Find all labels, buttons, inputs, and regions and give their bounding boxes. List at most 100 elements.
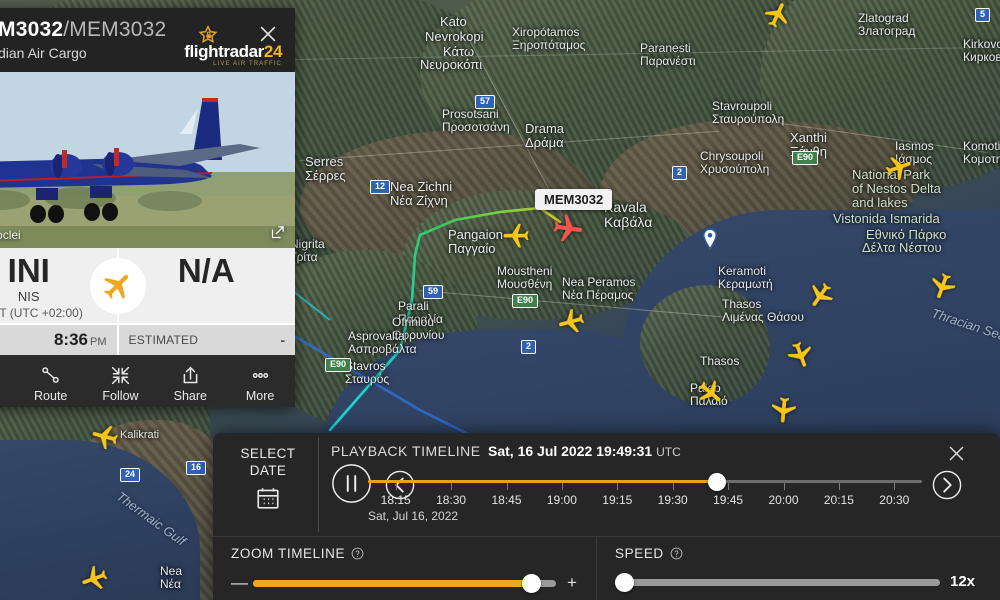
road-shield: 16 bbox=[186, 461, 207, 475]
close-icon[interactable] bbox=[946, 443, 967, 464]
chevron-right-icon[interactable] bbox=[932, 470, 962, 500]
select-date-line1: SELECT bbox=[240, 446, 296, 461]
timeline-tick-label: 18:15 bbox=[380, 493, 411, 507]
timeline-tick-label: 18:45 bbox=[491, 493, 522, 507]
flight-detail-panel: M3032/MEM3032 dian Air Cargo flightradar… bbox=[0, 8, 295, 407]
flight-number: M3032 bbox=[0, 18, 64, 41]
playback-bottom-section: ZOOM TIMELINE — + SPEED 12x bbox=[213, 536, 1000, 600]
flight-identifier: M3032/MEM3032 bbox=[0, 18, 283, 42]
arrival-time-cell: ESTIMATED - bbox=[116, 325, 296, 355]
aircraft-photo[interactable]: edana Cioclei bbox=[0, 72, 295, 248]
road-shield: 2 bbox=[672, 166, 688, 180]
help-circle-icon[interactable] bbox=[670, 547, 683, 560]
timeline-tick-label: 19:15 bbox=[602, 493, 633, 507]
aircraft-icon[interactable] bbox=[767, 394, 800, 427]
departure-time: 8:36 PM bbox=[53, 330, 107, 349]
follow-label: Follow bbox=[102, 388, 139, 403]
more-icon bbox=[225, 365, 295, 387]
speed-title: SPEED bbox=[615, 546, 982, 561]
select-date-line2: DATE bbox=[249, 463, 287, 479]
timeline-tick bbox=[783, 483, 785, 490]
timeline-tick bbox=[561, 483, 563, 490]
timeline-tick bbox=[451, 483, 453, 490]
speed-slider-handle[interactable] bbox=[615, 572, 635, 592]
zoom-timeline-section: ZOOM TIMELINE — + bbox=[213, 537, 596, 600]
speed-value: 12x bbox=[950, 573, 976, 590]
more-button[interactable]: More bbox=[225, 360, 295, 403]
calendar-icon bbox=[230, 485, 306, 516]
flight-action-bar: w Route bbox=[0, 355, 295, 407]
help-circle-icon[interactable] bbox=[351, 547, 364, 560]
airplane-icon bbox=[89, 258, 146, 314]
timeline-tick bbox=[838, 483, 840, 490]
show-label: w bbox=[0, 389, 16, 403]
road-shield: 24 bbox=[120, 468, 141, 482]
timeline-tick-label: 20:00 bbox=[768, 493, 799, 507]
share-icon bbox=[155, 365, 225, 387]
follow-icon bbox=[86, 365, 156, 387]
playback-panel: SELECT DATE PLAYBACK TIMELINE Sat, 16 Ju… bbox=[213, 433, 1000, 600]
timeline-tick bbox=[672, 483, 674, 490]
road-shield: E90 bbox=[512, 294, 539, 308]
show-button[interactable]: w bbox=[0, 360, 16, 403]
playback-datetime: Sat, 16 Jul 2022 19:49:31 UTC bbox=[488, 443, 681, 459]
road-shield: 5 bbox=[975, 8, 991, 22]
map-pin-icon[interactable] bbox=[702, 228, 718, 250]
pause-icon[interactable] bbox=[331, 463, 372, 504]
zoom-slider-row: — + bbox=[231, 573, 578, 593]
timeline-tick-label: 20:15 bbox=[823, 493, 854, 507]
zoom-timeline-slider[interactable] bbox=[253, 574, 556, 593]
zoom-slider-handle[interactable] bbox=[522, 574, 542, 593]
speed-slider-track bbox=[615, 578, 940, 586]
flight-panel-header: M3032/MEM3032 dian Air Cargo flightradar… bbox=[0, 8, 295, 72]
timeline-tick-label: 20:30 bbox=[879, 493, 910, 507]
road-shield: 57 bbox=[475, 95, 496, 109]
playback-divider bbox=[318, 437, 319, 532]
more-label: More bbox=[245, 388, 275, 403]
arrival-label: ESTIMATED bbox=[128, 333, 199, 347]
share-label: Share bbox=[173, 388, 207, 403]
arrival-time: - bbox=[280, 332, 285, 348]
flightradar24-app: PetrichKatoNevrokopiΚάτωΝευροκόπιXiropót… bbox=[0, 0, 1000, 600]
speed-section: SPEED 12x bbox=[596, 537, 1000, 600]
road-shield: 12 bbox=[370, 180, 391, 194]
playback-top-section: SELECT DATE PLAYBACK TIMELINE Sat, 16 Ju… bbox=[213, 433, 1000, 536]
road-shield: 2 bbox=[521, 340, 537, 354]
logo-wordmark: flightradar24 bbox=[184, 42, 282, 61]
timeline-tick-label: 19:30 bbox=[657, 493, 688, 507]
road-shield: 59 bbox=[423, 285, 444, 299]
zoom-timeline-title: ZOOM TIMELINE bbox=[231, 546, 578, 561]
playback-timeline-title: PLAYBACK TIMELINE bbox=[331, 443, 481, 459]
road-shield: E90 bbox=[792, 151, 819, 165]
route-button[interactable]: Route bbox=[16, 360, 86, 403]
timeline-tick bbox=[617, 483, 619, 490]
share-button[interactable]: Share bbox=[155, 360, 225, 403]
timeline-tick bbox=[728, 483, 730, 490]
route-label: Route bbox=[34, 388, 68, 403]
timeline-tick bbox=[506, 483, 508, 490]
timeline-handle[interactable] bbox=[708, 473, 727, 491]
route-icon bbox=[16, 365, 86, 387]
selected-flight-callsign-tag[interactable]: MEM3032 bbox=[535, 189, 613, 210]
playback-timeline-slider[interactable]: 18:15 18:30 18:45 19:00 19:15 19:30 19:45 20:00… bbox=[368, 471, 922, 529]
zoom-slider-fill bbox=[253, 580, 532, 587]
timeline-tick-label: 18:30 bbox=[436, 493, 467, 507]
timeline-tick-label: 19:45 bbox=[713, 493, 744, 507]
flight-route-block: INI NIS CEST (UTC +02:00) N/A bbox=[0, 248, 295, 323]
show-icon bbox=[0, 365, 16, 387]
departure-time-cell: AL 8:36PM bbox=[0, 325, 117, 355]
follow-button[interactable]: Follow bbox=[86, 360, 156, 403]
photo-credit: edana Cioclei bbox=[0, 228, 21, 242]
timeline-tick bbox=[894, 483, 896, 490]
select-date-button[interactable]: SELECT DATE bbox=[230, 445, 306, 516]
timeline-tick bbox=[395, 483, 397, 490]
expand-icon[interactable] bbox=[270, 225, 285, 240]
zoom-in-button[interactable]: + bbox=[566, 573, 578, 593]
zoom-out-button[interactable]: — bbox=[231, 573, 248, 593]
selected-aircraft-icon[interactable] bbox=[549, 210, 587, 248]
timeline-fill bbox=[368, 480, 718, 483]
speed-slider[interactable] bbox=[615, 572, 940, 592]
flight-times-row: AL 8:36PM ESTIMATED - bbox=[0, 323, 295, 355]
aircraft-icon[interactable] bbox=[501, 220, 531, 250]
speed-slider-row: 12x bbox=[615, 572, 982, 592]
